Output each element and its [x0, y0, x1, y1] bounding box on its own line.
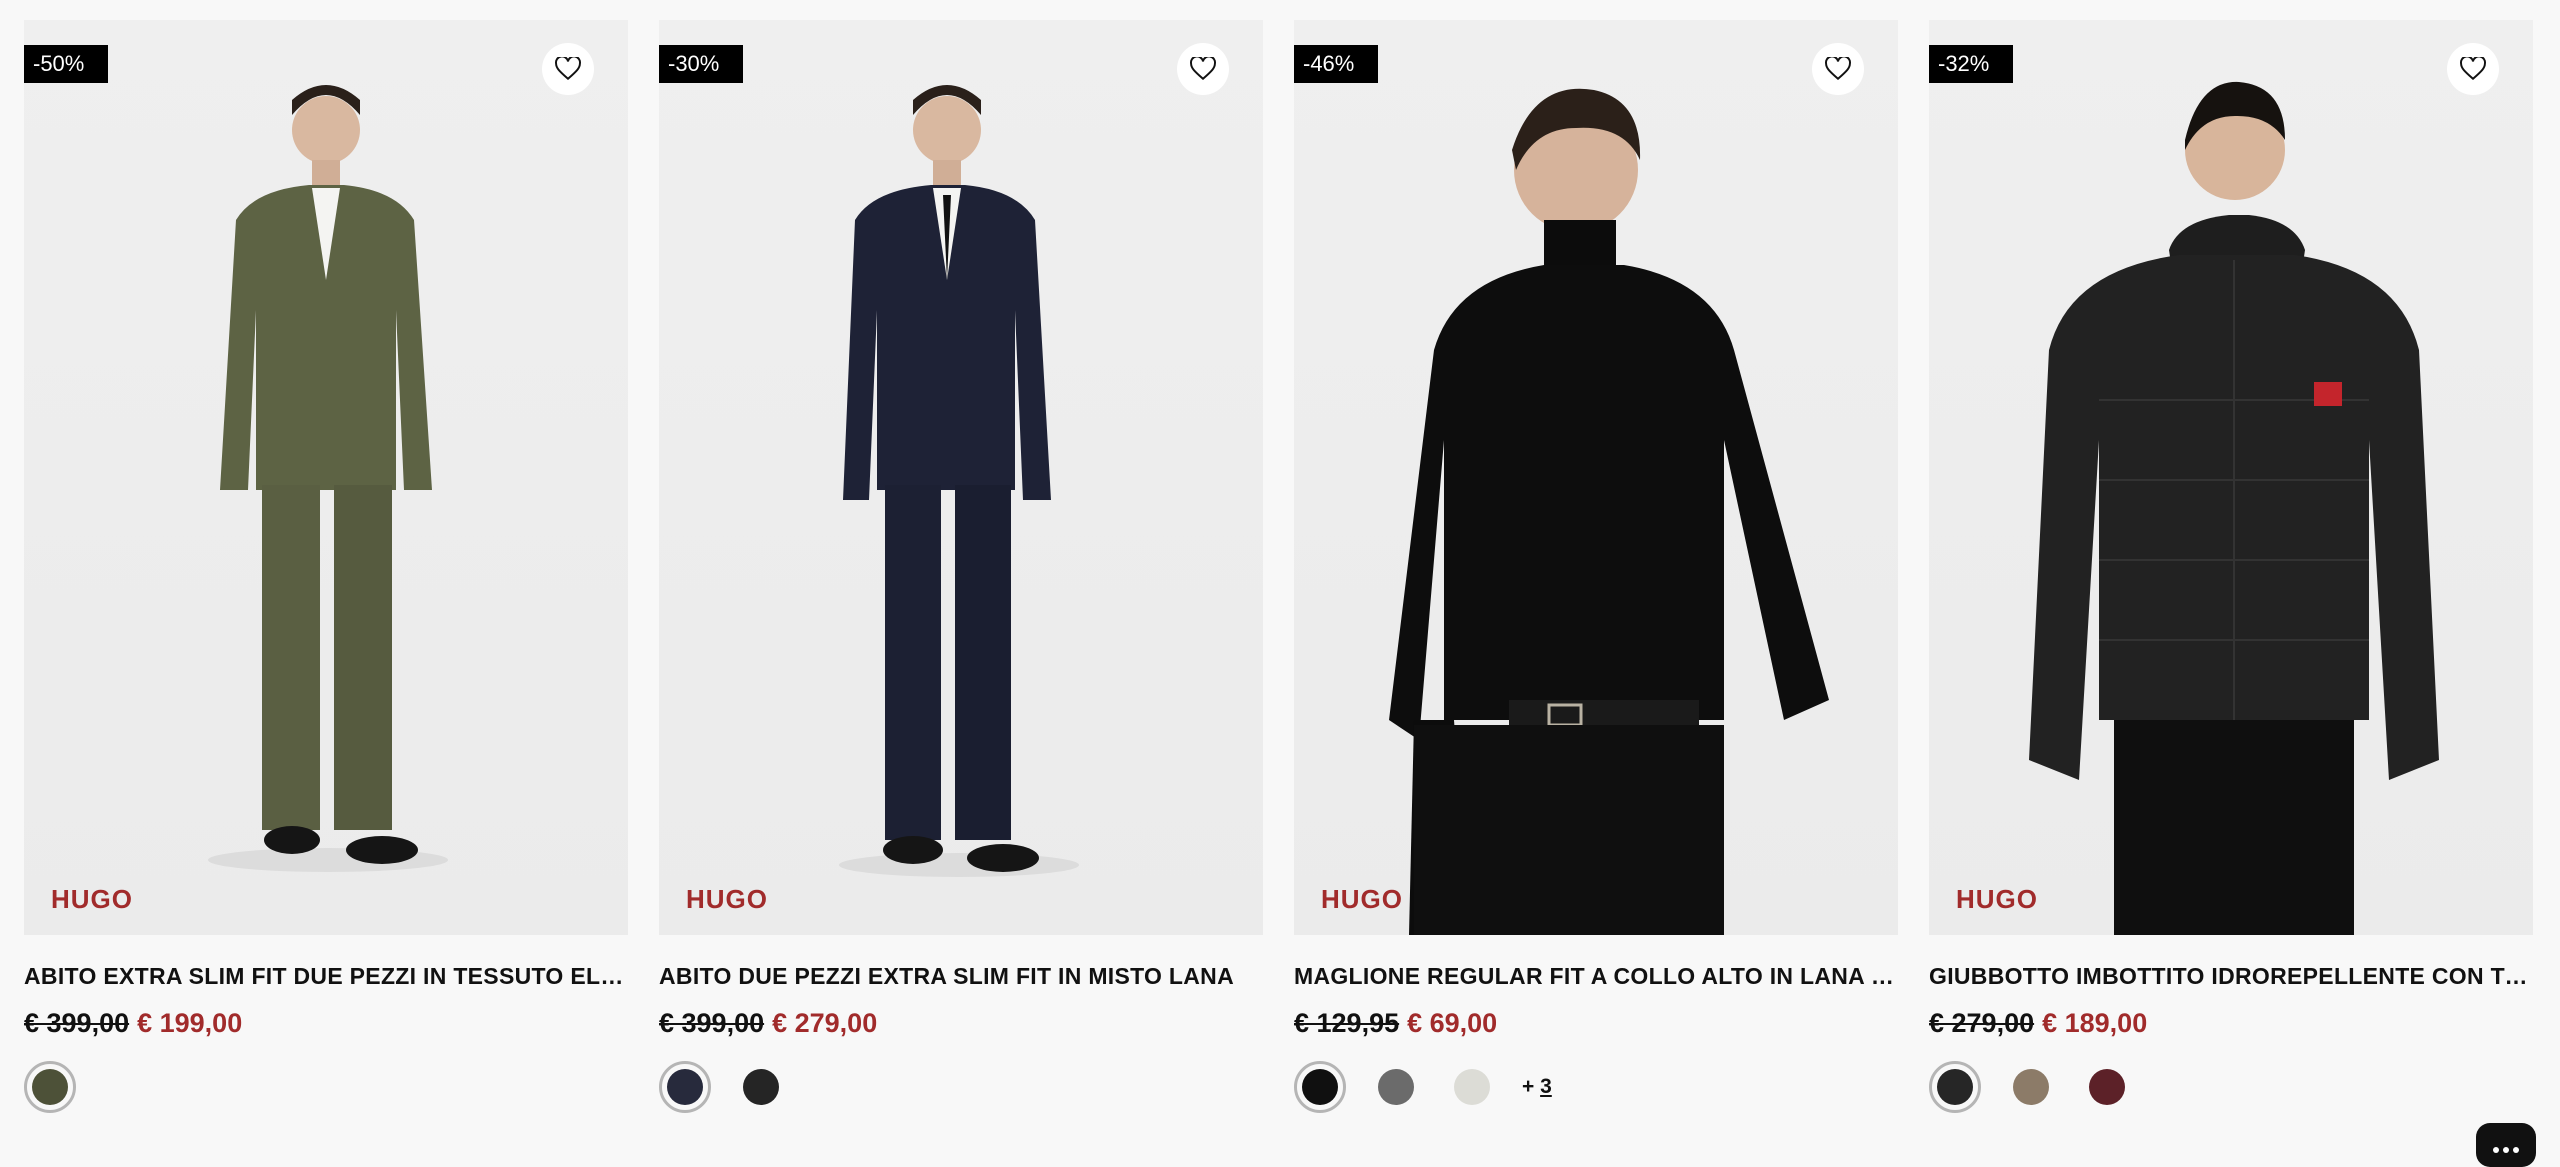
sale-price: € 189,00	[2042, 1008, 2147, 1039]
color-swatch-selected[interactable]	[1929, 1061, 1981, 1113]
color-swatches	[1929, 1061, 2533, 1113]
heart-outline-icon	[555, 57, 581, 81]
wishlist-button[interactable]	[1812, 43, 1864, 95]
color-swatch-selected[interactable]	[659, 1061, 711, 1113]
product-card[interactable]: -50% HUGO ABITO EXTRA SLIM FIT DUE PEZZI…	[24, 20, 628, 1113]
price-row: € 279,00 € 189,00	[1929, 1008, 2533, 1039]
color-swatch-selected[interactable]	[24, 1061, 76, 1113]
color-swatch[interactable]	[1446, 1061, 1498, 1113]
price-row: € 129,95 € 69,00	[1294, 1008, 1898, 1039]
product-image[interactable]: -50% HUGO	[24, 20, 628, 935]
product-photo-suit-navy	[659, 20, 1263, 935]
color-swatch-selected[interactable]	[1294, 1061, 1346, 1113]
product-title[interactable]: ABITO DUE PEZZI EXTRA SLIM FIT IN MISTO …	[659, 963, 1263, 990]
product-photo-puffer-jacket-black	[1929, 20, 2533, 935]
product-photo-turtleneck-black	[1294, 20, 1898, 935]
brand-label: HUGO	[686, 884, 768, 915]
product-title[interactable]: GIUBBOTTO IMBOTTITO IDROREPELLENTE CON T…	[1929, 963, 2533, 990]
color-swatches	[24, 1061, 628, 1113]
color-swatch[interactable]	[735, 1061, 787, 1113]
more-colors-prefix: +	[1522, 1075, 1540, 1098]
brand-label: HUGO	[1956, 884, 2038, 915]
original-price: € 279,00	[1929, 1008, 2034, 1039]
product-image[interactable]: -32% HUGO	[1929, 20, 2533, 935]
color-swatch[interactable]	[1370, 1061, 1422, 1113]
product-image[interactable]: -46% HUGO	[1294, 20, 1898, 935]
sale-price: € 279,00	[772, 1008, 877, 1039]
price-row: € 399,00 € 199,00	[24, 1008, 628, 1039]
sale-price: € 199,00	[137, 1008, 242, 1039]
discount-badge: -50%	[24, 45, 108, 83]
original-price: € 399,00	[24, 1008, 129, 1039]
sale-price: € 69,00	[1407, 1008, 1497, 1039]
discount-badge: -32%	[1929, 45, 2013, 83]
wishlist-button[interactable]	[2447, 43, 2499, 95]
product-photo-suit-olive	[24, 20, 628, 935]
original-price: € 129,95	[1294, 1008, 1399, 1039]
color-swatch[interactable]	[2005, 1061, 2057, 1113]
product-image[interactable]: -30% HUGO	[659, 20, 1263, 935]
product-grid: -50% HUGO ABITO EXTRA SLIM FIT DUE PEZZI…	[24, 20, 2533, 1113]
product-title[interactable]: MAGLIONE REGULAR FIT A COLLO ALTO IN LAN…	[1294, 963, 1898, 990]
heart-outline-icon	[1825, 57, 1851, 81]
product-card[interactable]: -32% HUGO GIUBBOTTO IMBOTTITO IDROREPELL…	[1929, 20, 2533, 1113]
original-price: € 399,00	[659, 1008, 764, 1039]
heart-outline-icon	[2460, 57, 2486, 81]
chat-bubble-icon[interactable]	[2476, 1123, 2536, 1167]
color-swatches	[659, 1061, 1263, 1113]
more-colors-link[interactable]: + 3	[1522, 1075, 1552, 1099]
brand-label: HUGO	[1321, 884, 1403, 915]
heart-outline-icon	[1190, 57, 1216, 81]
discount-badge: -30%	[659, 45, 743, 83]
discount-badge: -46%	[1294, 45, 1378, 83]
color-swatches: + 3	[1294, 1061, 1898, 1113]
brand-label: HUGO	[51, 884, 133, 915]
wishlist-button[interactable]	[1177, 43, 1229, 95]
more-colors-count: 3	[1540, 1075, 1552, 1098]
product-title[interactable]: ABITO EXTRA SLIM FIT DUE PEZZI IN TESSUT…	[24, 963, 628, 990]
price-row: € 399,00 € 279,00	[659, 1008, 1263, 1039]
product-card[interactable]: -30% HUGO ABITO DUE PEZZI EXTRA SLIM FIT…	[659, 20, 1263, 1113]
color-swatch[interactable]	[2081, 1061, 2133, 1113]
wishlist-button[interactable]	[542, 43, 594, 95]
product-card[interactable]: -46% HUGO MAGLIONE REGULAR FIT A COLLO A…	[1294, 20, 1898, 1113]
